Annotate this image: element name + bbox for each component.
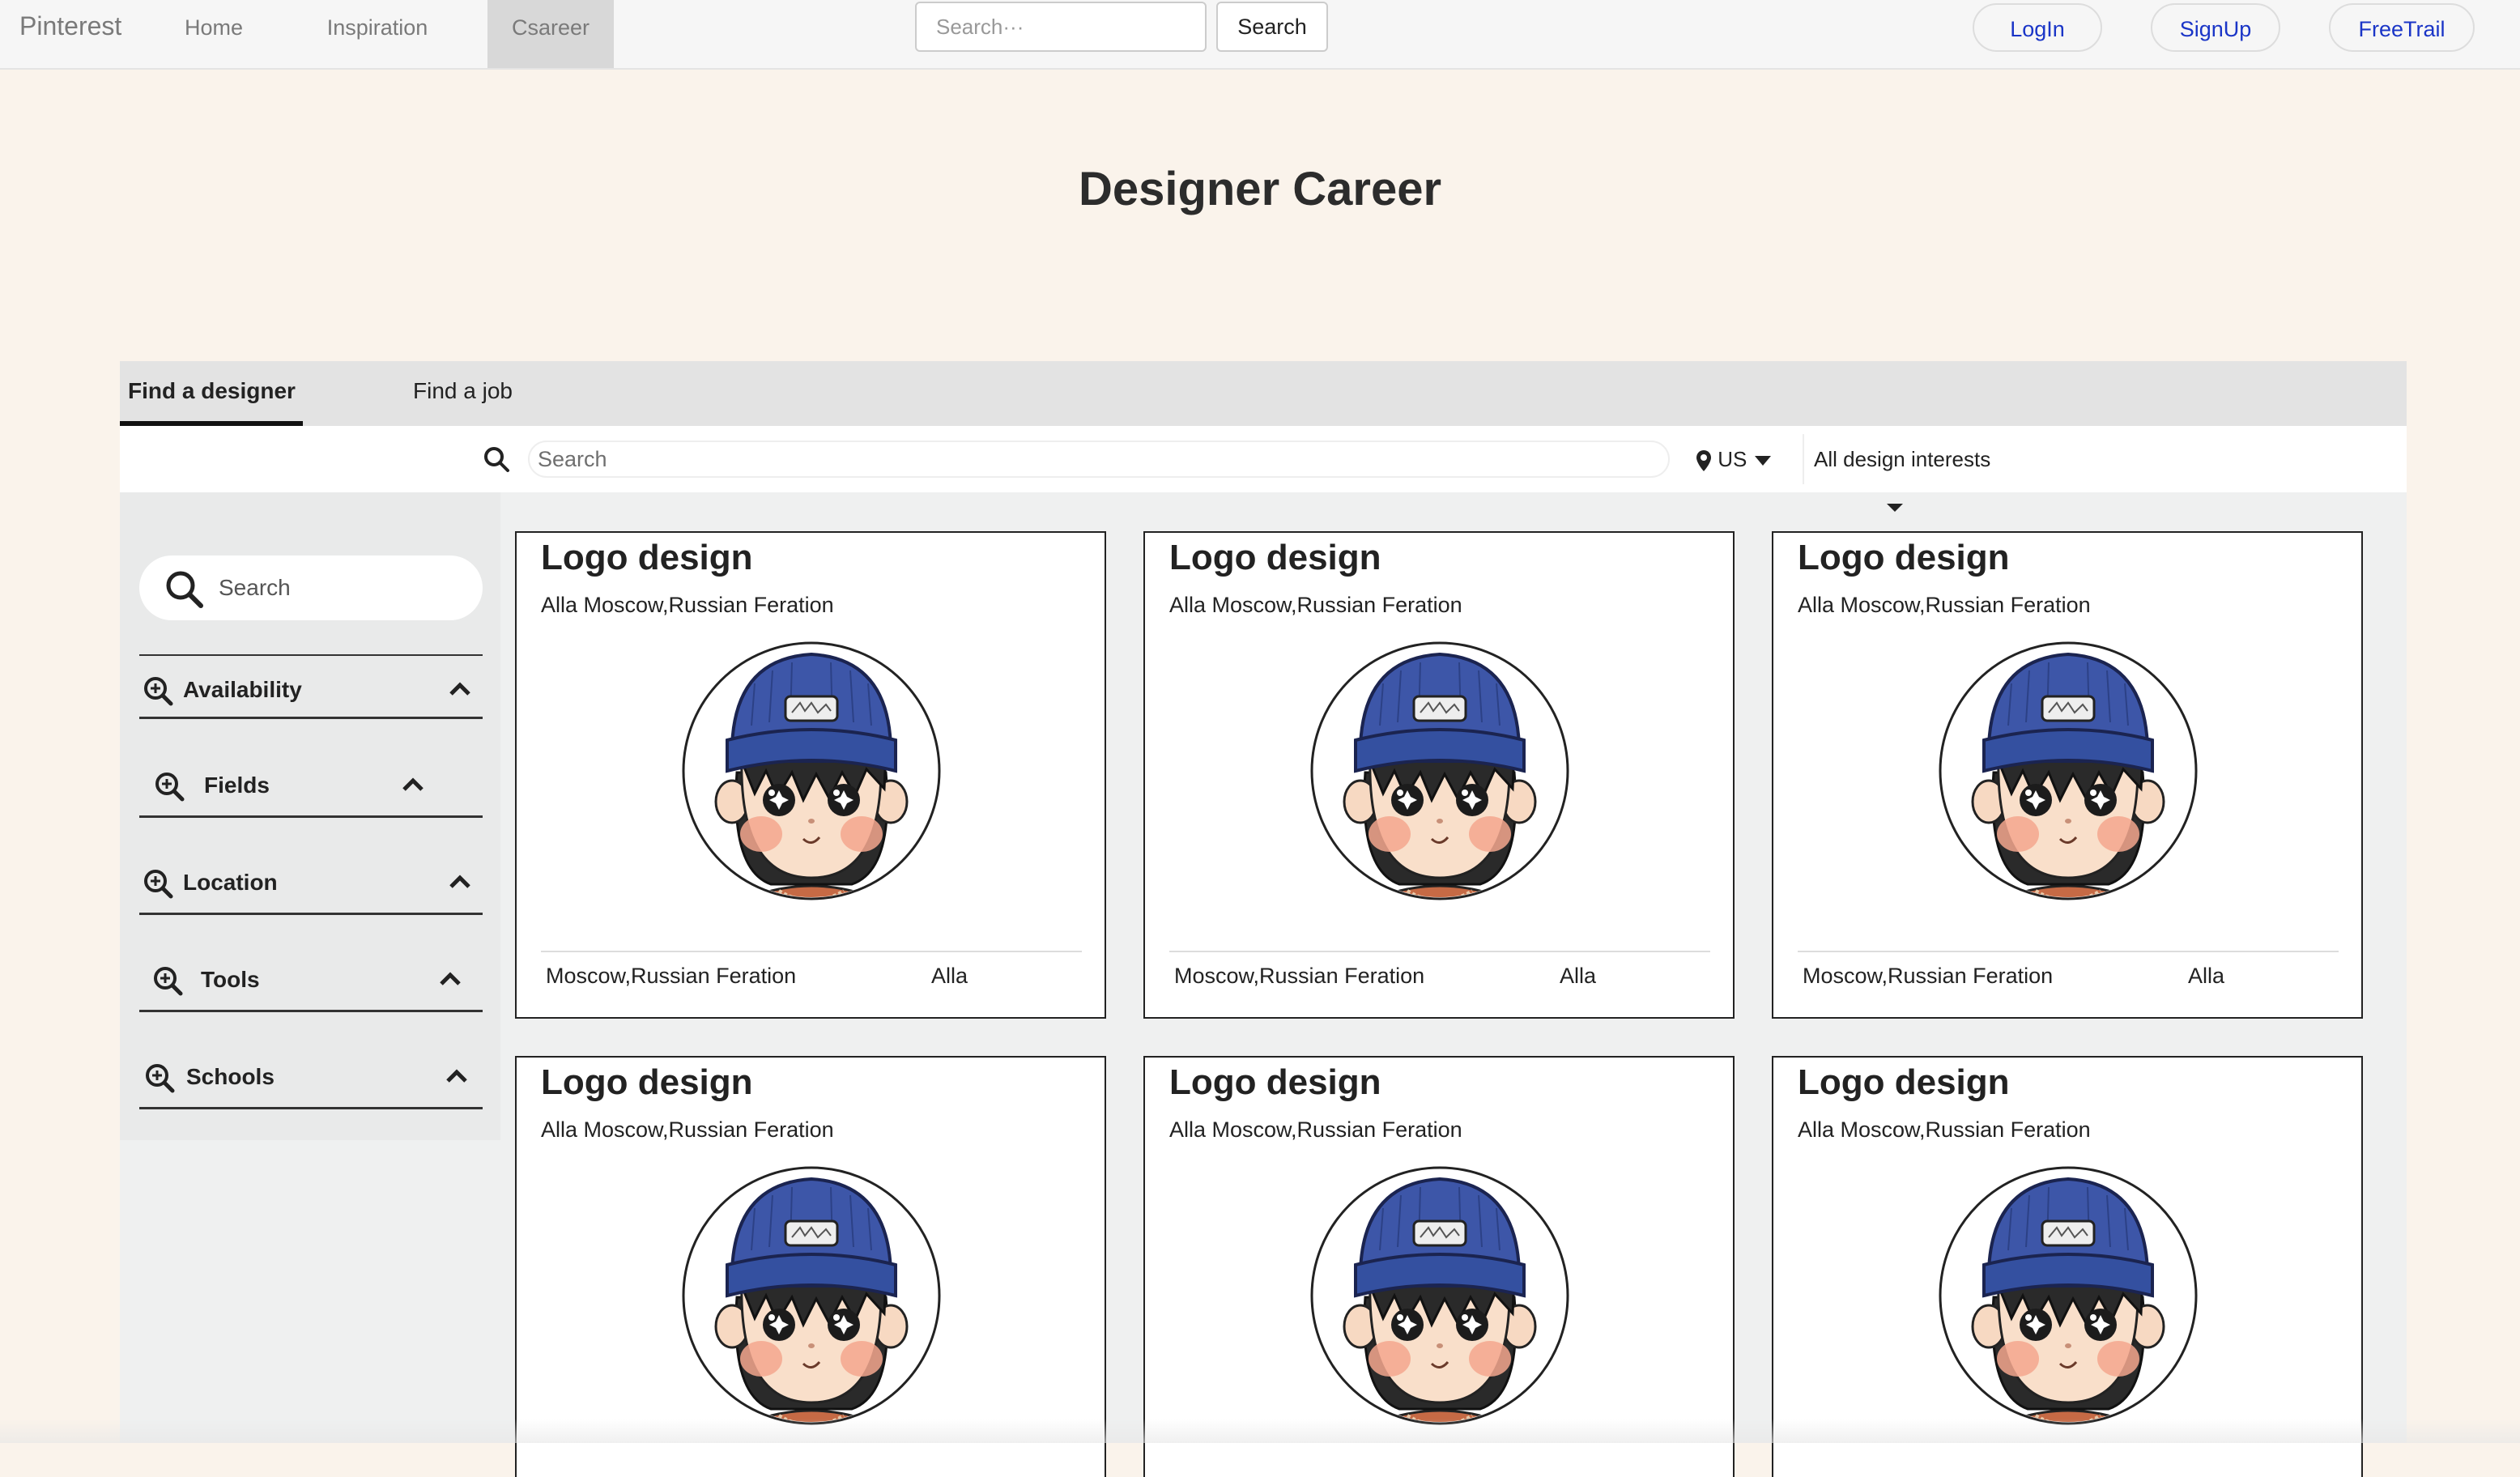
- tab-find-designer[interactable]: Find a designer: [120, 361, 303, 426]
- designer-avatar: [682, 635, 941, 907]
- brand-logo[interactable]: Pinterest: [19, 11, 121, 41]
- card-divider: [1169, 951, 1710, 952]
- top-search-input[interactable]: [915, 2, 1207, 52]
- facet-divider: [139, 847, 483, 915]
- designer-card[interactable]: Logo design Alla Moscow,Russian Feration: [1772, 1056, 2363, 1477]
- card-designer-name: Alla: [2188, 964, 2225, 988]
- map-pin-icon: [1696, 450, 1711, 472]
- caret-down-icon: [1754, 456, 1771, 466]
- card-subtitle: Alla Moscow,Russian Feration: [541, 1117, 834, 1142]
- location-value: US: [1718, 447, 1747, 471]
- tab-bar: Find a designer Find a job: [120, 361, 2407, 426]
- card-divider: [1798, 951, 2339, 952]
- card-title: Logo design: [541, 538, 753, 577]
- search-icon: [484, 447, 509, 472]
- top-navbar: Pinterest Home Inspiration Csareer Searc…: [0, 0, 2520, 70]
- card-subtitle: Alla Moscow,Russian Feration: [1169, 593, 1462, 617]
- designer-search-input[interactable]: [528, 441, 1670, 478]
- designer-avatar: [1310, 1160, 1569, 1432]
- designer-avatar: [682, 1160, 941, 1432]
- facet-divider: [139, 651, 483, 719]
- facet-divider: [139, 1041, 483, 1109]
- designer-avatar: [1310, 635, 1569, 907]
- caret-down-icon[interactable]: [1885, 502, 1905, 513]
- top-search-button[interactable]: Search: [1216, 2, 1328, 52]
- designer-card[interactable]: Logo design Alla Moscow,Russian Feration: [1143, 1056, 1735, 1477]
- card-subtitle: Alla Moscow,Russian Feration: [1798, 593, 2091, 617]
- filter-bar: US All design interests: [120, 426, 2407, 492]
- free-trial-button[interactable]: FreeTrail: [2329, 3, 2475, 52]
- card-title: Logo design: [1798, 1062, 2010, 1102]
- card-subtitle: Alla Moscow,Russian Feration: [1798, 1117, 2091, 1142]
- bottom-fade: [0, 1419, 2520, 1443]
- card-designer-name: Alla: [1560, 964, 1597, 988]
- designer-card[interactable]: Logo design Alla Moscow,Russian Feration…: [1143, 531, 1735, 1019]
- search-icon: [166, 571, 203, 608]
- designer-card[interactable]: Logo design Alla Moscow,Russian Feration…: [515, 531, 1106, 1019]
- filter-sidebar: Search Availability Fields Location Tool…: [120, 492, 500, 1140]
- card-title: Logo design: [1169, 1062, 1381, 1102]
- location-select[interactable]: US: [1696, 442, 1773, 476]
- nav-link-home[interactable]: Home: [159, 0, 269, 68]
- card-location: Moscow,Russian Feration: [1803, 964, 2054, 988]
- card-title: Logo design: [1798, 538, 2010, 577]
- tab-find-job[interactable]: Find a job: [413, 361, 559, 426]
- sidebar-search-input[interactable]: Search: [139, 555, 483, 620]
- nav-link-career[interactable]: Csareer: [487, 0, 614, 68]
- card-location: Moscow,Russian Feration: [546, 964, 797, 988]
- card-subtitle: Alla Moscow,Russian Feration: [541, 593, 834, 617]
- designer-panel: Find a designer Find a job US All design…: [120, 361, 2407, 1477]
- card-title: Logo design: [541, 1062, 753, 1102]
- designer-avatar: [1939, 1160, 2198, 1432]
- design-interests-select[interactable]: All design interests: [1803, 434, 1990, 484]
- designer-avatar: [1939, 635, 2198, 907]
- facet-divider: [139, 944, 483, 1012]
- designer-card[interactable]: Logo design Alla Moscow,Russian Feration: [515, 1056, 1106, 1477]
- page-title: Designer Career: [1078, 163, 1442, 215]
- card-designer-name: Alla: [931, 964, 968, 988]
- card-divider: [541, 951, 1082, 952]
- nav-link-inspiration[interactable]: Inspiration: [304, 0, 450, 68]
- card-location: Moscow,Russian Feration: [1174, 964, 1425, 988]
- sidebar-search-placeholder: Search: [219, 575, 291, 600]
- facet-divider: [139, 750, 483, 818]
- signup-button[interactable]: SignUp: [2151, 3, 2280, 52]
- login-button[interactable]: LogIn: [1973, 3, 2102, 52]
- designer-card[interactable]: Logo design Alla Moscow,Russian Feration…: [1772, 531, 2363, 1019]
- card-subtitle: Alla Moscow,Russian Feration: [1169, 1117, 1462, 1142]
- card-title: Logo design: [1169, 538, 1381, 577]
